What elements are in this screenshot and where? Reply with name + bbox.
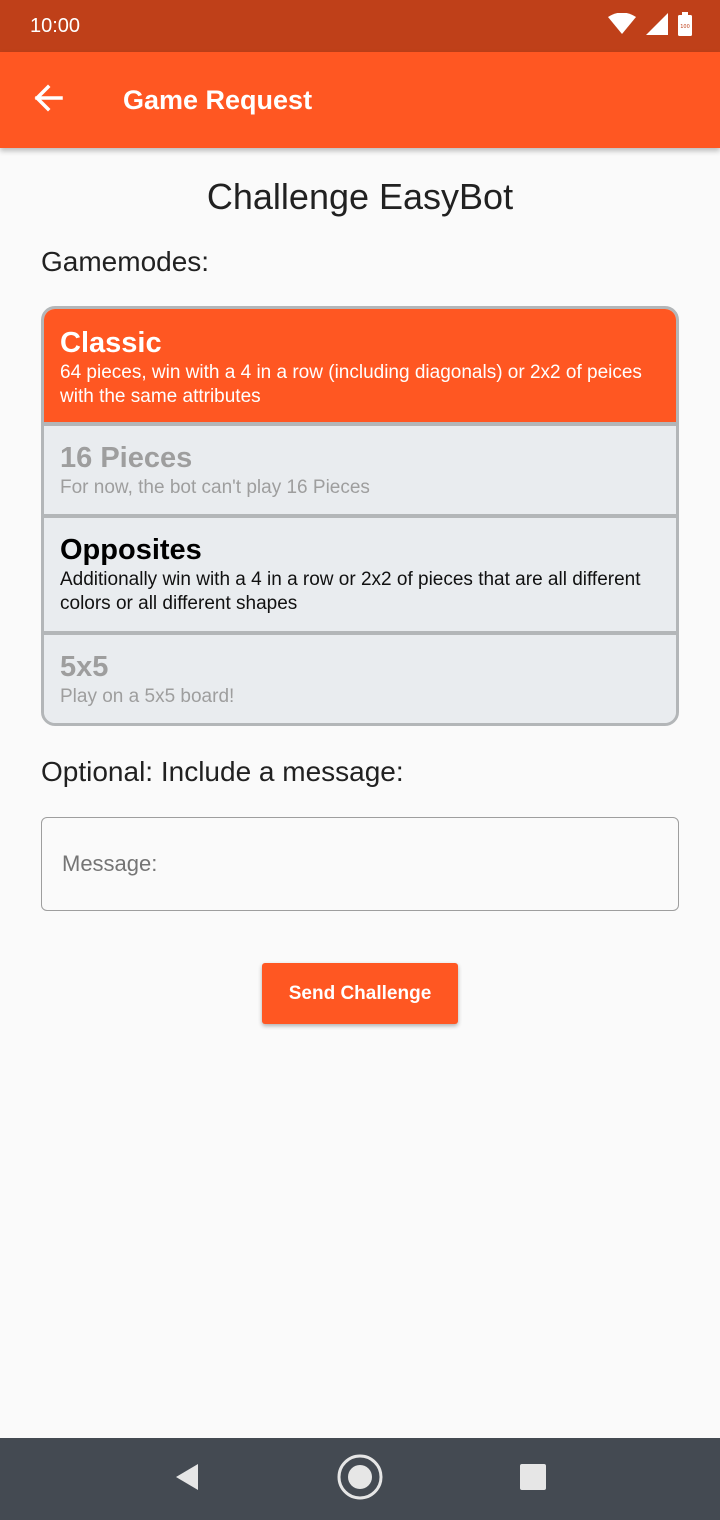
gamemode-title: Classic xyxy=(60,327,162,359)
nav-back-button[interactable] xyxy=(157,1449,217,1509)
gamemode-description: For now, the bot can't play 16 Pieces xyxy=(60,477,370,498)
status-bar: 10:00 100 xyxy=(0,0,720,52)
message-label: Optional: Include a message: xyxy=(41,756,404,787)
nav-recents-button[interactable] xyxy=(503,1449,563,1509)
gamemode-title: 16 Pieces xyxy=(60,442,193,474)
nav-home-button[interactable] xyxy=(330,1449,390,1509)
recents-square-icon xyxy=(519,1463,547,1496)
gamemode-description: Play on a 5x5 board! xyxy=(60,686,235,707)
app-title: Game Request xyxy=(123,84,313,115)
gamemode-classic[interactable]: Classic 64 pieces, win with a 4 in a row… xyxy=(44,309,676,422)
gamemode-list: Classic 64 pieces, win with a 4 in a row… xyxy=(41,306,679,726)
gamemode-title: 5x5 xyxy=(60,651,109,683)
gamemodes-label: Gamemodes: xyxy=(41,246,210,277)
gamemode-16-pieces[interactable]: 16 Pieces For now, the bot can't play 16… xyxy=(44,426,676,514)
gamemode-opposites[interactable]: Opposites Additionally win with a 4 in a… xyxy=(44,518,676,631)
signal-icon xyxy=(646,12,668,40)
status-time: 10:00 xyxy=(30,14,81,37)
gamemode-description: Additionally win with a 4 in a row or 2x… xyxy=(60,569,641,614)
back-triangle-icon xyxy=(174,1463,200,1496)
arrow-back-icon xyxy=(33,84,63,117)
gamemode-5x5[interactable]: 5x5 Play on a 5x5 board! xyxy=(44,635,676,723)
app-bar: Game Request xyxy=(0,52,720,148)
back-button[interactable] xyxy=(20,72,76,128)
gamemode-title: Opposites xyxy=(60,534,202,566)
gamemode-description: 64 pieces, win with a 4 in a row (includ… xyxy=(60,362,642,407)
status-icons: 100 xyxy=(608,11,692,41)
battery-icon: 100 xyxy=(678,11,692,41)
wifi-icon xyxy=(608,12,636,40)
send-challenge-button[interactable]: Send Challenge xyxy=(262,963,458,1024)
home-circle-icon xyxy=(336,1453,384,1506)
system-nav-bar xyxy=(0,1438,720,1520)
battery-level: 100 xyxy=(680,24,690,30)
page-title: Challenge EasyBot xyxy=(206,176,514,217)
message-input[interactable] xyxy=(41,817,679,911)
